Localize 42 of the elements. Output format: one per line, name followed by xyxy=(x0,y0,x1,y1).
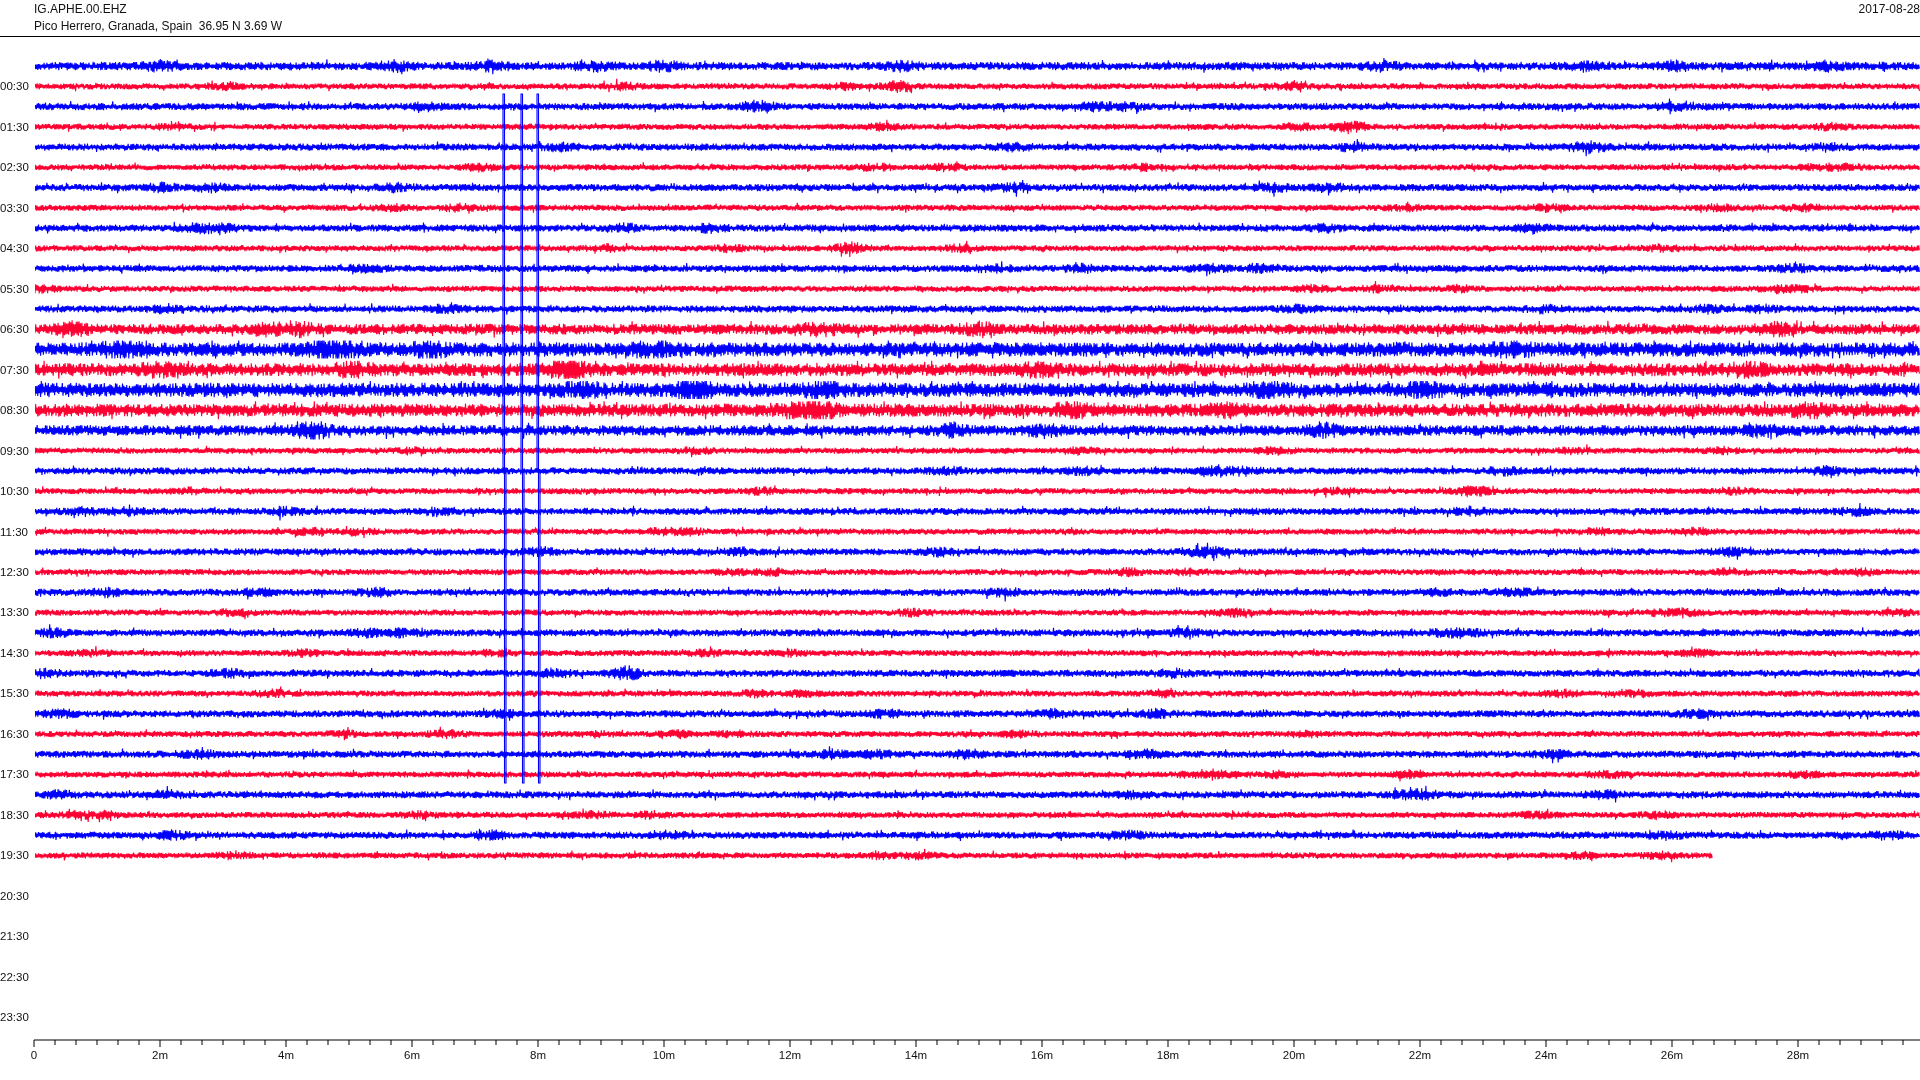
axis-tick-label: 12m xyxy=(778,1048,802,1061)
hour-label: 03:30 xyxy=(0,201,29,214)
hour-label: 13:30 xyxy=(0,606,29,619)
hour-label: 09:30 xyxy=(0,444,29,457)
hour-label: 08:30 xyxy=(0,404,29,417)
hour-label: 05:30 xyxy=(0,282,29,295)
hour-label: 19:30 xyxy=(0,849,29,862)
date-text: 2017-08-28 xyxy=(1858,1,1920,16)
axis-tick-label: 4m xyxy=(278,1048,294,1061)
axis-tick-label: 24m xyxy=(1534,1048,1558,1061)
hour-label: 18:30 xyxy=(0,808,29,821)
axis-tick-label: 10m xyxy=(652,1048,676,1061)
axis-tick-label: 26m xyxy=(1660,1048,1684,1061)
axis-tick-label: 28m xyxy=(1786,1048,1810,1061)
hour-label: 04:30 xyxy=(0,242,29,255)
hour-label: 02:30 xyxy=(0,161,29,174)
hour-label: 10:30 xyxy=(0,485,29,498)
axis-tick-label: 2m xyxy=(152,1048,168,1061)
axis-tick-label: 18m xyxy=(1156,1048,1180,1061)
hour-label: 07:30 xyxy=(0,363,29,376)
hour-label: 14:30 xyxy=(0,646,29,659)
axis-tick-label: 22m xyxy=(1408,1048,1432,1061)
axis-tick-label: 8m xyxy=(530,1048,546,1061)
hour-label: 20:30 xyxy=(0,889,29,902)
hour-label: 21:30 xyxy=(0,930,29,943)
hour-label: 06:30 xyxy=(0,323,29,336)
hour-label: 11:30 xyxy=(0,525,28,538)
hour-label: 15:30 xyxy=(0,687,29,700)
axis-tick-label: 0 xyxy=(30,1048,38,1061)
axis-tick-label: 14m xyxy=(904,1048,928,1061)
station-code: IG.APHE.00.EHZ xyxy=(34,2,128,16)
hour-label: 00:30 xyxy=(0,80,29,93)
axis-tick-label: 16m xyxy=(1030,1048,1054,1061)
axis-tick-label: 6m xyxy=(404,1048,420,1061)
hour-label: 01:30 xyxy=(0,120,29,133)
hour-label: 17:30 xyxy=(0,768,29,781)
station-location: Pico Herrero, Granada, Spain 36.95 N 3.69 W xyxy=(34,19,283,33)
hour-label: 23:30 xyxy=(0,1011,29,1024)
hour-label: 12:30 xyxy=(0,565,29,578)
hour-label: 22:30 xyxy=(0,970,29,983)
axis-tick-label: 20m xyxy=(1282,1048,1306,1061)
hour-label: 16:30 xyxy=(0,727,29,740)
